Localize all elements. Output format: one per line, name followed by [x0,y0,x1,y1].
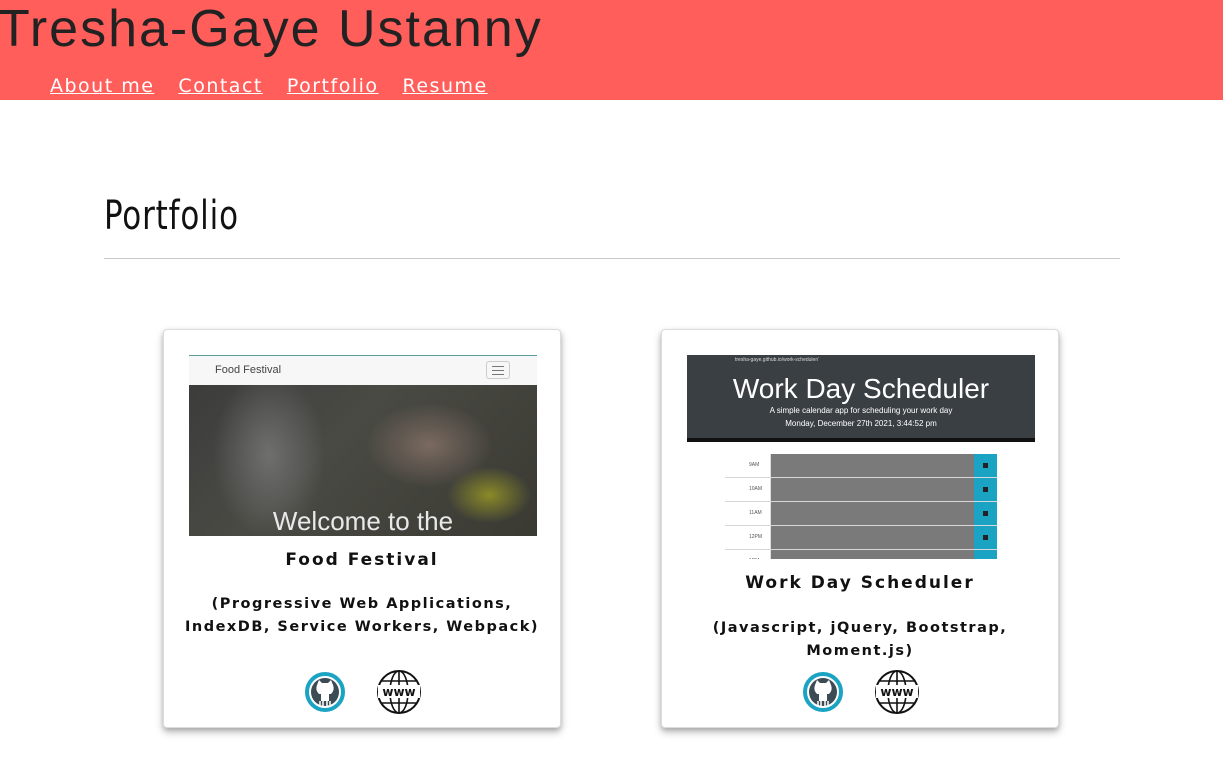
time-block-row: 1PM [725,550,997,559]
time-block-row: 12PM [725,526,997,550]
website-icon[interactable]: www [377,670,421,714]
github-icon[interactable] [303,670,347,714]
project-screenshot: Food Festival Welcome to the [189,355,537,536]
save-button [974,550,997,559]
nav-link-contact[interactable]: Contact [178,74,262,98]
project-links: www [662,670,1058,714]
hour-label: 9AM [725,454,771,477]
svg-text:www: www [880,685,913,699]
screenshot-browser-bar: tresha-gaye.github.io/work-scheduler/ [687,355,1035,366]
project-title: Food Festival [285,550,439,570]
nav-link-about[interactable]: About me [50,74,154,98]
screenshot-heading: Work Day Scheduler [732,373,990,404]
lock-icon [983,511,988,516]
section-title: Portfolio [104,193,239,239]
project-screenshot: tresha-gaye.github.io/work-scheduler/ Wo… [687,355,1035,559]
save-button [974,502,997,525]
lock-icon [983,487,988,492]
project-links: www [164,670,560,714]
project-card-food-festival: Food Festival Welcome to the Food Festiv… [163,329,561,728]
event-block [771,550,974,559]
screenshot-jumbotron: Work Day Scheduler A simple calendar app… [687,366,1035,442]
event-block [771,502,974,525]
section-divider [104,258,1120,259]
save-button [974,526,997,549]
save-button [974,478,997,501]
project-tech: (Progressive Web Applications, IndexDB, … [185,596,539,635]
main-nav: About me Contact Portfolio Resume [50,74,488,98]
time-block-row: 9AM [725,454,997,478]
project-card-work-day-scheduler: tresha-gaye.github.io/work-scheduler/ Wo… [661,329,1059,728]
screenshot-time-blocks: 9AM 10AM 11AM 12PM 1PM [725,454,997,559]
save-button [974,454,997,477]
nav-link-resume[interactable]: Resume [403,74,488,98]
event-block [771,454,974,477]
screenshot-hero: Welcome to the [189,385,537,536]
time-block-row: 10AM [725,478,997,502]
site-title: Tresha-Gaye Ustanny [0,0,543,58]
event-block [771,478,974,501]
screenshot-hero-text: Welcome to the [272,506,454,536]
lock-icon [983,463,988,468]
site-header: Tresha-Gaye Ustanny About me Contact Por… [0,0,1223,100]
hour-label: 1PM [725,550,771,559]
project-title: Work Day Scheduler [745,573,975,593]
website-icon[interactable]: www [875,670,919,714]
github-icon[interactable] [801,670,845,714]
event-block [771,526,974,549]
screenshot-subheading: A simple calendar app for scheduling you… [769,406,953,415]
screenshot-navbar: Food Festival [189,355,537,386]
lock-icon [983,535,988,540]
screenshot-url: tresha-gaye.github.io/work-scheduler/ [735,357,819,363]
hour-label: 12PM [725,526,771,549]
hamburger-icon [486,361,510,379]
project-tech: (Javascript, jQuery, Bootstrap, Moment.j… [712,620,1008,659]
hour-label: 10AM [725,478,771,501]
screenshot-brand: Food Festival [215,364,282,376]
time-block-row: 11AM [725,502,997,526]
screenshot-date: Monday, December 27th 2021, 3:44:52 pm [785,419,937,428]
hour-label: 11AM [725,502,771,525]
svg-text:www: www [382,685,415,699]
nav-link-portfolio[interactable]: Portfolio [287,74,379,98]
